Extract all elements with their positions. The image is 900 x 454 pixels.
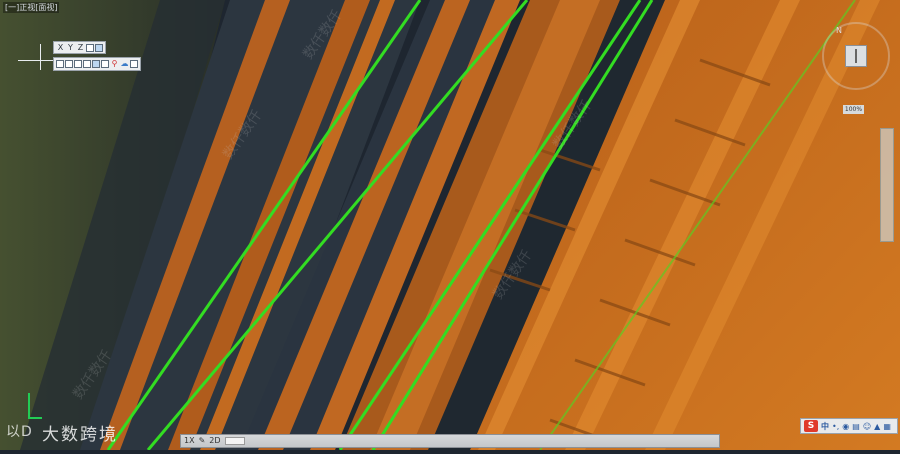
axis-z-button[interactable]: Z bbox=[76, 43, 85, 53]
view-top-icon[interactable] bbox=[92, 60, 100, 68]
status-input[interactable] bbox=[224, 437, 245, 445]
axis-z-indicator bbox=[28, 393, 30, 418]
grid-icon[interactable]: ▦ bbox=[883, 422, 891, 431]
ime-mode[interactable]: 中 bbox=[821, 421, 829, 432]
view-axis-toolbar: X Y Z bbox=[53, 41, 106, 54]
view-back-icon[interactable] bbox=[65, 60, 73, 68]
screen-icon[interactable] bbox=[130, 60, 138, 68]
view-iso-icon[interactable] bbox=[101, 60, 109, 68]
pin-icon[interactable]: ⚲ bbox=[110, 59, 119, 69]
view-right-icon[interactable] bbox=[83, 60, 91, 68]
window-title: [一]正视[面视] bbox=[3, 2, 60, 13]
ime-logo[interactable]: S bbox=[804, 420, 818, 432]
color-palette-icon[interactable] bbox=[95, 43, 103, 52]
view-cube-icon[interactable] bbox=[845, 45, 867, 67]
reset-view-icon[interactable] bbox=[86, 43, 94, 52]
punctuation-icon[interactable]: •, bbox=[832, 422, 839, 431]
axis-x-indicator bbox=[28, 417, 42, 419]
watermark-logo: 以D bbox=[6, 424, 33, 440]
axis-y-button[interactable]: Y bbox=[66, 43, 75, 53]
cloud-icon[interactable]: ☁ bbox=[120, 59, 129, 69]
compass-north-label: N bbox=[836, 26, 842, 35]
zoom-level-chip[interactable]: 100% bbox=[843, 105, 864, 114]
shirt-icon[interactable]: ▲ bbox=[874, 422, 880, 431]
status-field-2[interactable]: 2D bbox=[209, 435, 220, 447]
vertical-scroll-track[interactable] bbox=[880, 128, 894, 242]
view-cube-toolbar: ⚲ ☁ bbox=[53, 57, 141, 71]
watermark-text: 大数跨境 bbox=[42, 425, 118, 445]
wrench-icon[interactable]: ✎ bbox=[199, 435, 206, 447]
keyboard-icon[interactable]: ▤ bbox=[852, 422, 860, 431]
status-bar: 1X ✎ 2D bbox=[180, 434, 720, 448]
ucs-crosshair-vertical bbox=[40, 44, 41, 70]
ime-toolbar: S 中 •, ◉ ▤ ☺ ▲ ▦ bbox=[800, 418, 898, 434]
status-field-1[interactable]: 1X bbox=[184, 435, 195, 447]
view-front-icon[interactable] bbox=[56, 60, 64, 68]
view-left-icon[interactable] bbox=[74, 60, 82, 68]
user-icon[interactable]: ☺ bbox=[863, 422, 871, 431]
axis-x-button[interactable]: X bbox=[56, 43, 65, 53]
mic-icon[interactable]: ◉ bbox=[842, 422, 849, 431]
